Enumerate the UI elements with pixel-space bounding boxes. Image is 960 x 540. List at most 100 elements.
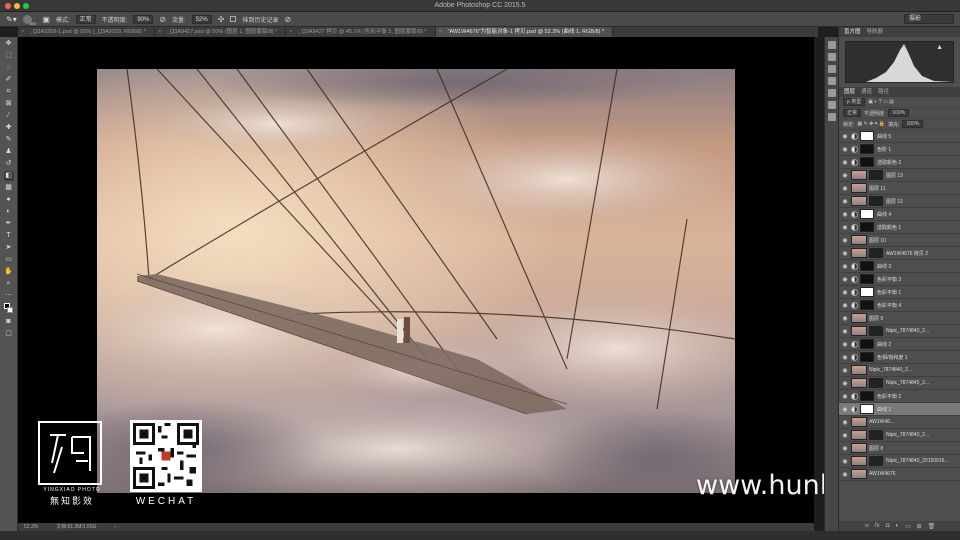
visibility-eye-icon[interactable]: ◉ [839,328,851,335]
visibility-eye-icon[interactable]: ◉ [839,354,851,361]
layer-mask-thumbnail[interactable] [869,170,883,180]
quick-select-tool-icon[interactable]: ✐ [4,75,14,85]
visibility-eye-icon[interactable]: ◉ [839,276,851,283]
crop-tool-icon[interactable]: ⌗ [4,87,14,97]
layer-row[interactable]: ◉ Nipic_7874840_2... [839,325,960,338]
layer-mask-thumbnail[interactable] [869,248,883,258]
layer-row[interactable]: ◉ 图层 12 [839,195,960,208]
layer-mask-thumbnail[interactable] [860,339,874,349]
adjustments-panel-icon[interactable] [827,113,836,121]
history-checkbox[interactable] [230,16,237,22]
warning-icon[interactable]: ▲ [936,44,943,51]
visibility-eye-icon[interactable]: ◉ [839,406,851,413]
eraser-tool-icon[interactable]: ◧ [3,171,14,181]
clone-stamp-tool-icon[interactable]: ♟ [4,147,14,157]
visibility-eye-icon[interactable]: ◉ [839,471,851,478]
visibility-eye-icon[interactable]: ◉ [839,302,851,309]
lock-icons[interactable]: ▦ ✎ ✥ ⌗ 🔒 [857,121,885,127]
layer-mask-thumbnail[interactable] [869,326,883,336]
status-menu-icon[interactable]: › [114,523,116,531]
visibility-eye-icon[interactable]: ◉ [839,185,851,192]
history-brush-tool-icon[interactable]: ↺ [4,159,14,169]
close-icon[interactable]: × [439,27,442,37]
layer-mask-thumbnail[interactable] [860,222,874,232]
close-icon[interactable]: × [21,27,24,37]
info-panel-icon[interactable] [827,89,836,97]
layer-row[interactable]: ◉ AW1W46... [839,416,960,429]
layer-row[interactable]: ◉ 图层 8 [839,442,960,455]
pressure-size-icon[interactable]: ⊘ [284,15,291,24]
visibility-eye-icon[interactable]: ◉ [839,198,851,205]
move-tool-icon[interactable]: ✥ [4,39,14,49]
layer-thumbnail[interactable] [851,430,867,440]
actions-panel-icon[interactable] [827,53,836,61]
layer-row[interactable]: ◉ Nipic_7874840_20150916... [839,455,960,468]
visibility-eye-icon[interactable]: ◉ [839,250,851,257]
visibility-eye-icon[interactable]: ◉ [839,458,851,465]
doc-tab-active[interactable]: × "AW1W4676"为智能对象-1 拷贝.psd @ 52.3% (曲线 1,… [435,27,614,37]
layer-row[interactable]: ◉ 图层 9 [839,312,960,325]
frame-tool-icon[interactable]: ⊠ [4,99,14,109]
visibility-eye-icon[interactable]: ◉ [839,380,851,387]
layer-mask-thumbnail[interactable] [860,144,874,154]
brush-panel-icon[interactable]: ▣ [42,15,50,24]
healing-tool-icon[interactable]: ✚ [4,123,14,133]
airbrush-icon[interactable]: ✣ [218,15,225,24]
layer-mask-thumbnail[interactable] [860,404,874,414]
doc-tab[interactable]: × _Q3A9427.psd @ 50% (图层 1, 图层蒙版/8) * [155,27,287,37]
workspace-select[interactable]: 摄影 [904,14,954,24]
tab-layers[interactable]: 图层 [844,87,855,97]
visibility-eye-icon[interactable]: ◉ [839,159,851,166]
pressure-opacity-icon[interactable]: ⊘ [159,15,166,24]
layer-mask-thumbnail[interactable] [860,261,874,271]
hand-tool-icon[interactable]: ✋ [4,267,14,277]
type-tool-icon[interactable]: T [4,231,14,241]
layer-mask-thumbnail[interactable] [869,196,883,206]
blur-tool-icon[interactable]: ● [4,195,14,205]
visibility-eye-icon[interactable]: ◉ [839,211,851,218]
close-icon[interactable]: × [158,27,161,37]
layer-row[interactable]: ◉ 色阶 1 [839,143,960,156]
layer-row[interactable]: ◉ AW1W4676 [839,468,960,481]
layer-row[interactable]: ◉ 曲线 4 [839,208,960,221]
fill-field[interactable]: 100% [902,120,924,128]
layer-row[interactable]: ◉ 曲线 2 [839,338,960,351]
new-group-icon[interactable]: ▭ [905,523,911,530]
lasso-tool-icon[interactable]: ◌ [4,63,14,73]
doc-tab[interactable]: × _Q3A9427 拷贝 @ 45.1% (色彩平衡 3, 图层蒙版/8) * [286,27,436,37]
layer-row[interactable]: ◉ 选取颜色 1 [839,221,960,234]
tab-channels[interactable]: 通道 [861,87,872,97]
layer-mask-thumbnail[interactable] [860,352,874,362]
layer-row[interactable]: ◉ 曲线 1 [839,403,960,416]
pen-tool-icon[interactable]: ✒ [4,219,14,229]
layer-row[interactable]: ◉ Nipic_7874840_2... [839,377,960,390]
screen-mode-icon[interactable]: ▢ [4,329,14,339]
minimize-window-button[interactable] [14,3,20,9]
layer-mask-thumbnail[interactable] [860,131,874,141]
gradient-tool-icon[interactable]: ▦ [4,183,14,193]
zoom-level[interactable]: 52.3% [24,523,38,531]
marquee-tool-icon[interactable]: ⬚ [4,51,14,61]
layer-thumbnail[interactable] [851,313,867,323]
visibility-eye-icon[interactable]: ◉ [839,432,851,439]
visibility-eye-icon[interactable]: ◉ [839,393,851,400]
layer-thumbnail[interactable] [851,378,867,388]
new-adjustment-icon[interactable]: ◐ [895,523,899,529]
layer-thumbnail[interactable] [851,183,867,193]
tab-paths[interactable]: 路径 [878,87,889,97]
visibility-eye-icon[interactable]: ◉ [839,315,851,322]
eraser-tool-preset-icon[interactable]: ✎▾ [6,15,17,24]
shape-tool-icon[interactable]: ▭ [4,255,14,265]
layer-row[interactable]: ◉ 色相/饱和度 1 [839,351,960,364]
layer-mask-thumbnail[interactable] [860,274,874,284]
visibility-eye-icon[interactable]: ◉ [839,237,851,244]
filter-icons[interactable]: ▣ ◐ T ▭ ▤ [868,99,894,105]
layer-thumbnail[interactable] [851,469,867,479]
properties-panel-icon[interactable] [827,101,836,109]
color-panel-icon[interactable] [827,65,836,73]
visibility-eye-icon[interactable]: ◉ [839,445,851,452]
swatches-panel-icon[interactable] [827,77,836,85]
tab-navigator[interactable]: 导航器 [867,27,884,37]
fx-icon[interactable]: fx [875,523,880,529]
flow-field[interactable]: 52% [191,14,212,24]
